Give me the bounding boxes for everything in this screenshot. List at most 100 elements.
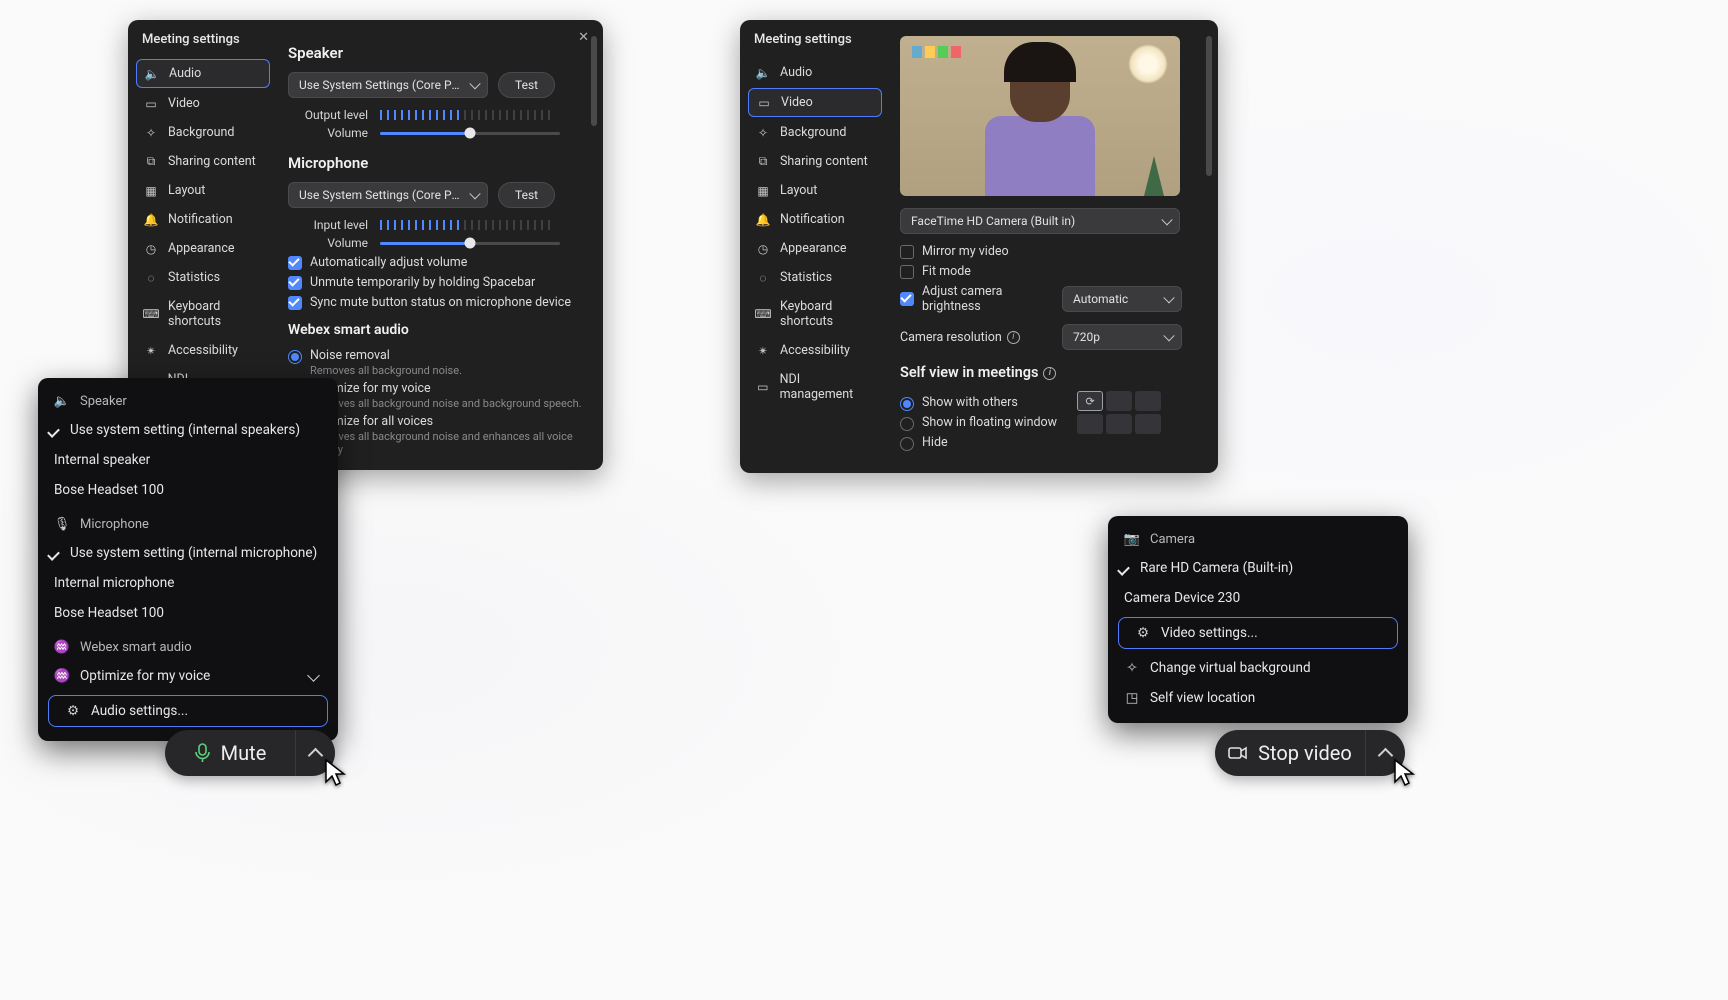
sidebar-item-keyboard[interactable]: ⌨Keyboard shortcuts	[748, 293, 882, 335]
change-background-link[interactable]: ✧Change virtual background	[1108, 653, 1408, 683]
pip-icon: ◳	[1124, 690, 1140, 706]
audio-settings-link[interactable]: ⚙Audio settings...	[48, 695, 328, 727]
camera-section-header: 📷Camera	[1108, 526, 1408, 553]
video-content: FaceTime HD Camera (Built in) Mirror my …	[890, 20, 1218, 473]
info-icon[interactable]	[1007, 331, 1020, 344]
self-view-location-link[interactable]: ◳Self view location	[1108, 683, 1408, 713]
smart-audio-heading: Webex smart audio	[288, 322, 585, 338]
layout-icon: ▦	[144, 184, 158, 198]
speaker-option-bose[interactable]: Bose Headset 100	[38, 475, 338, 505]
speaker-volume-slider[interactable]	[380, 132, 560, 135]
brightness-mode-dropdown[interactable]: Automatic	[1062, 286, 1182, 312]
video-panel-sidebar: Meeting settings 🔈Audio ▭Video ✧Backgrou…	[740, 20, 890, 473]
sidebar-item-background[interactable]: ✧Background	[136, 119, 270, 146]
mic-volume-label: Volume	[288, 236, 368, 250]
video-settings-panel: Meeting settings 🔈Audio ▭Video ✧Backgrou…	[740, 20, 1218, 473]
test-speaker-button[interactable]: Test	[498, 72, 555, 98]
sidebar-item-video[interactable]: ▭Video	[136, 90, 270, 117]
mic-option-system[interactable]: Use system setting (internal microphone)	[38, 538, 338, 568]
noise-removal-radio[interactable]: Noise removalRemoves all background nois…	[288, 348, 585, 377]
sidebar-item-video[interactable]: ▭Video	[748, 88, 882, 117]
sidebar-item-appearance[interactable]: ◷Appearance	[136, 235, 270, 262]
mic-section-header: 🎙Microphone	[38, 511, 338, 538]
sidebar-item-ndi[interactable]: ▭NDI management	[748, 366, 882, 408]
camera-device-dropdown[interactable]: FaceTime HD Camera (Built in)	[900, 208, 1180, 234]
resolution-dropdown[interactable]: 720p	[1062, 324, 1182, 350]
camera-icon	[1228, 745, 1248, 761]
show-floating-radio[interactable]: Show in floating window	[900, 415, 1057, 431]
sidebar-item-layout[interactable]: ▦Layout	[748, 177, 882, 204]
hide-radio[interactable]: Hide	[900, 435, 1057, 451]
unmute-spacebar-checkbox[interactable]: Unmute temporarily by holding Spacebar	[288, 275, 585, 290]
sidebar-item-sharing[interactable]: ⧉Sharing content	[748, 148, 882, 175]
share-icon: ⧉	[144, 155, 158, 169]
stop-video-button[interactable]: Stop video	[1215, 730, 1405, 776]
scrollbar[interactable]	[1206, 36, 1212, 457]
keyboard-icon: ⌨	[144, 307, 158, 321]
sidebar-item-accessibility[interactable]: ✴Accessibility	[136, 337, 270, 364]
mirror-video-checkbox[interactable]: Mirror my video	[900, 244, 1200, 259]
fit-mode-checkbox[interactable]: Fit mode	[900, 264, 1200, 279]
cursor-icon	[1393, 758, 1417, 788]
adjust-brightness-checkbox[interactable]: Adjust camera brightness	[900, 284, 1052, 314]
bell-icon: 🔔	[756, 213, 770, 227]
self-view-heading: Self view in meetings	[900, 364, 1200, 381]
stats-icon: ◌	[756, 271, 770, 285]
camera-option-hd[interactable]: Rare HD Camera (Built-in)	[1108, 553, 1408, 583]
smart-audio-option[interactable]: ♒Optimize for my voice	[38, 661, 338, 691]
sidebar-item-keyboard[interactable]: ⌨Keyboard shortcuts	[136, 293, 270, 335]
resolution-label: Camera resolution	[900, 330, 1020, 345]
camera-preview	[900, 36, 1180, 196]
mute-button[interactable]: Mute	[165, 730, 335, 776]
sidebar-item-appearance[interactable]: ◷Appearance	[748, 235, 882, 262]
bell-icon: 🔔	[144, 213, 158, 227]
speaker-device-dropdown[interactable]: Use System Settings (Core Processor…	[288, 72, 488, 98]
sidebar-item-layout[interactable]: ▦Layout	[136, 177, 270, 204]
input-level-meter	[380, 220, 550, 230]
wand-icon: ✧	[144, 126, 158, 140]
sidebar-item-sharing[interactable]: ⧉Sharing content	[136, 148, 270, 175]
sidebar-item-audio[interactable]: 🔈Audio	[136, 59, 270, 88]
cursor-icon	[324, 758, 348, 788]
self-view-position-grid[interactable]: ⟳	[1077, 391, 1161, 434]
output-level-meter	[380, 110, 550, 120]
sidebar-item-audio[interactable]: 🔈Audio	[748, 59, 882, 86]
sidebar-item-statistics[interactable]: ◌Statistics	[748, 264, 882, 291]
layout-icon: ▦	[756, 184, 770, 198]
panel-title: Meeting settings	[748, 32, 882, 57]
gear-icon: ⚙	[65, 703, 81, 719]
smart-audio-icon: ♒	[54, 640, 70, 655]
sidebar-item-background[interactable]: ✧Background	[748, 119, 882, 146]
auto-adjust-checkbox[interactable]: Automatically adjust volume	[288, 255, 585, 270]
audio-quick-menu: 🔈Speaker Use system setting (internal sp…	[38, 378, 338, 741]
sync-mute-checkbox[interactable]: Sync mute button status on microphone de…	[288, 295, 585, 310]
camera-option-230[interactable]: Camera Device 230	[1108, 583, 1408, 613]
mic-option-bose[interactable]: Bose Headset 100	[38, 598, 338, 628]
input-level-label: Input level	[288, 218, 368, 232]
video-settings-link[interactable]: ⚙Video settings...	[1118, 617, 1398, 649]
microphone-icon	[194, 743, 211, 763]
show-with-others-radio[interactable]: Show with others	[900, 395, 1057, 411]
appearance-icon: ◷	[756, 242, 770, 256]
scrollbar[interactable]	[591, 36, 597, 454]
speaker-icon: 🔈	[54, 394, 70, 409]
panel-title: Meeting settings	[136, 32, 270, 57]
ndi-icon: ▭	[756, 380, 770, 394]
sidebar-item-notification[interactable]: 🔔Notification	[136, 206, 270, 233]
info-icon[interactable]	[1043, 367, 1056, 380]
wand-icon: ✧	[1124, 660, 1140, 676]
chevron-down-icon	[309, 668, 322, 684]
smart-audio-section-header: ♒Webex smart audio	[38, 634, 338, 661]
sidebar-item-accessibility[interactable]: ✴Accessibility	[748, 337, 882, 364]
speaker-option-internal[interactable]: Internal speaker	[38, 445, 338, 475]
speaker-option-system[interactable]: Use system setting (internal speakers)	[38, 415, 338, 445]
test-mic-button[interactable]: Test	[498, 182, 555, 208]
speaker-volume-label: Volume	[288, 126, 368, 140]
sidebar-item-notification[interactable]: 🔔Notification	[748, 206, 882, 233]
mic-volume-slider[interactable]	[380, 242, 560, 245]
camera-icon: ▭	[757, 96, 771, 110]
sidebar-item-statistics[interactable]: ◌Statistics	[136, 264, 270, 291]
appearance-icon: ◷	[144, 242, 158, 256]
microphone-device-dropdown[interactable]: Use System Settings (Core Processor…	[288, 182, 488, 208]
mic-option-internal[interactable]: Internal microphone	[38, 568, 338, 598]
